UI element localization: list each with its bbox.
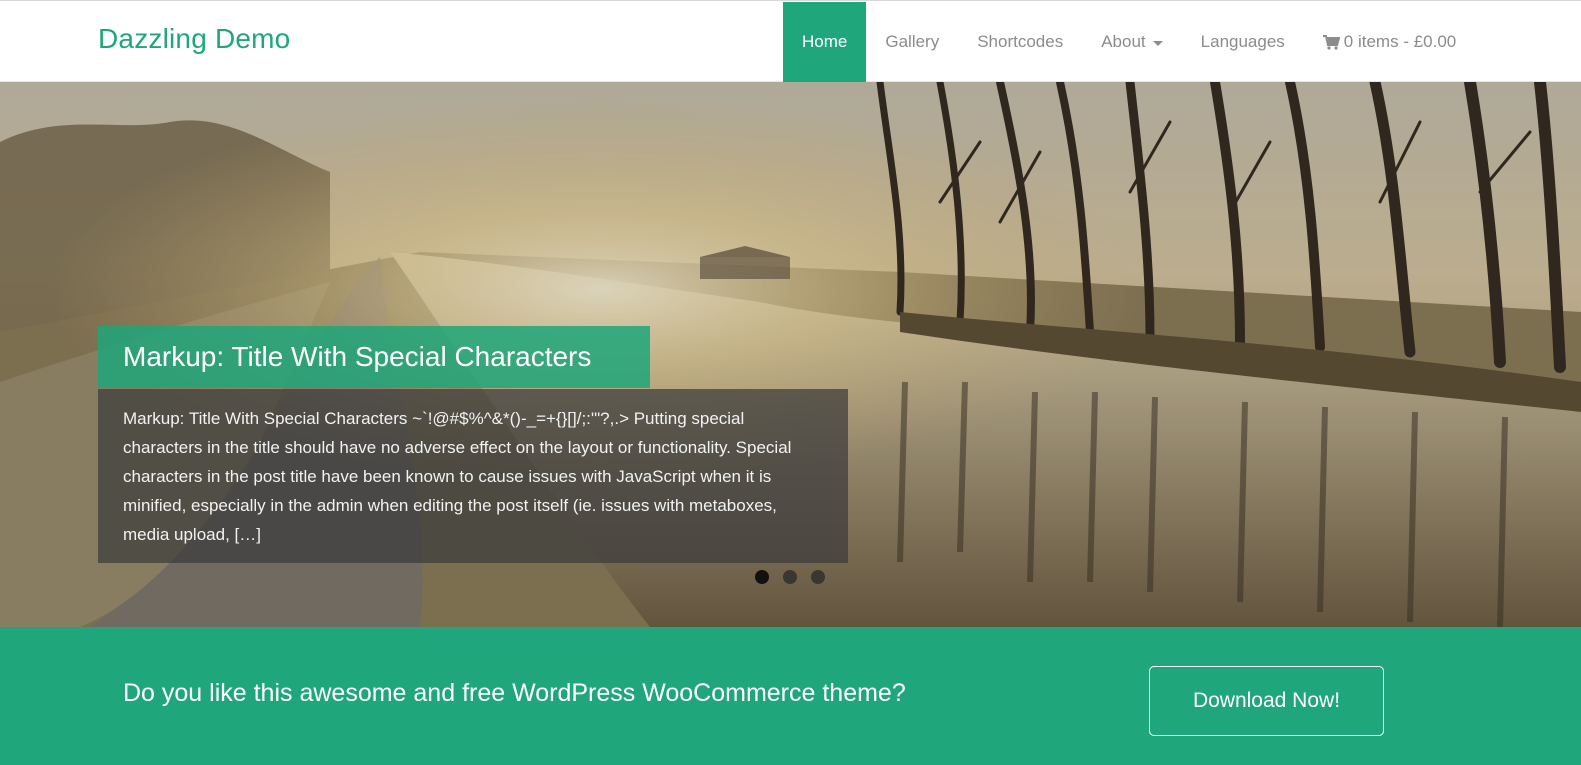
slider-dot-3[interactable] — [811, 570, 825, 584]
main-nav: Home Gallery Shortcodes About Languages … — [783, 2, 1475, 82]
site-header: Dazzling Demo Home Gallery Shortcodes Ab… — [0, 1, 1581, 82]
slider-dot-2[interactable] — [783, 570, 797, 584]
hero-slider: Markup: Title With Special Characters Ma… — [0, 82, 1581, 627]
download-now-button[interactable]: Download Now! — [1149, 666, 1384, 736]
nav-languages[interactable]: Languages — [1182, 2, 1304, 82]
slider-dot-1[interactable] — [755, 570, 769, 584]
nav-shortcodes[interactable]: Shortcodes — [958, 2, 1082, 82]
cta-text: Do you like this awesome and free WordPr… — [123, 679, 906, 707]
slide-title[interactable]: Markup: Title With Special Characters — [98, 326, 650, 388]
nav-about[interactable]: About — [1082, 2, 1181, 82]
cart-summary: 0 items - £0.00 — [1343, 32, 1457, 51]
nav-cart[interactable]: 0 items - £0.00 — [1304, 2, 1475, 82]
nav-home[interactable]: Home — [783, 2, 867, 82]
nav-gallery[interactable]: Gallery — [866, 2, 958, 82]
site-brand[interactable]: Dazzling Demo — [98, 23, 290, 55]
slide-excerpt: Markup: Title With Special Characters ~`… — [98, 389, 848, 563]
caret-down-icon — [1152, 40, 1163, 46]
shopping-cart-icon — [1322, 34, 1340, 50]
cta-banner: Do you like this awesome and free WordPr… — [0, 627, 1581, 765]
nav-about-label: About — [1101, 32, 1146, 51]
slider-indicators — [755, 570, 825, 584]
